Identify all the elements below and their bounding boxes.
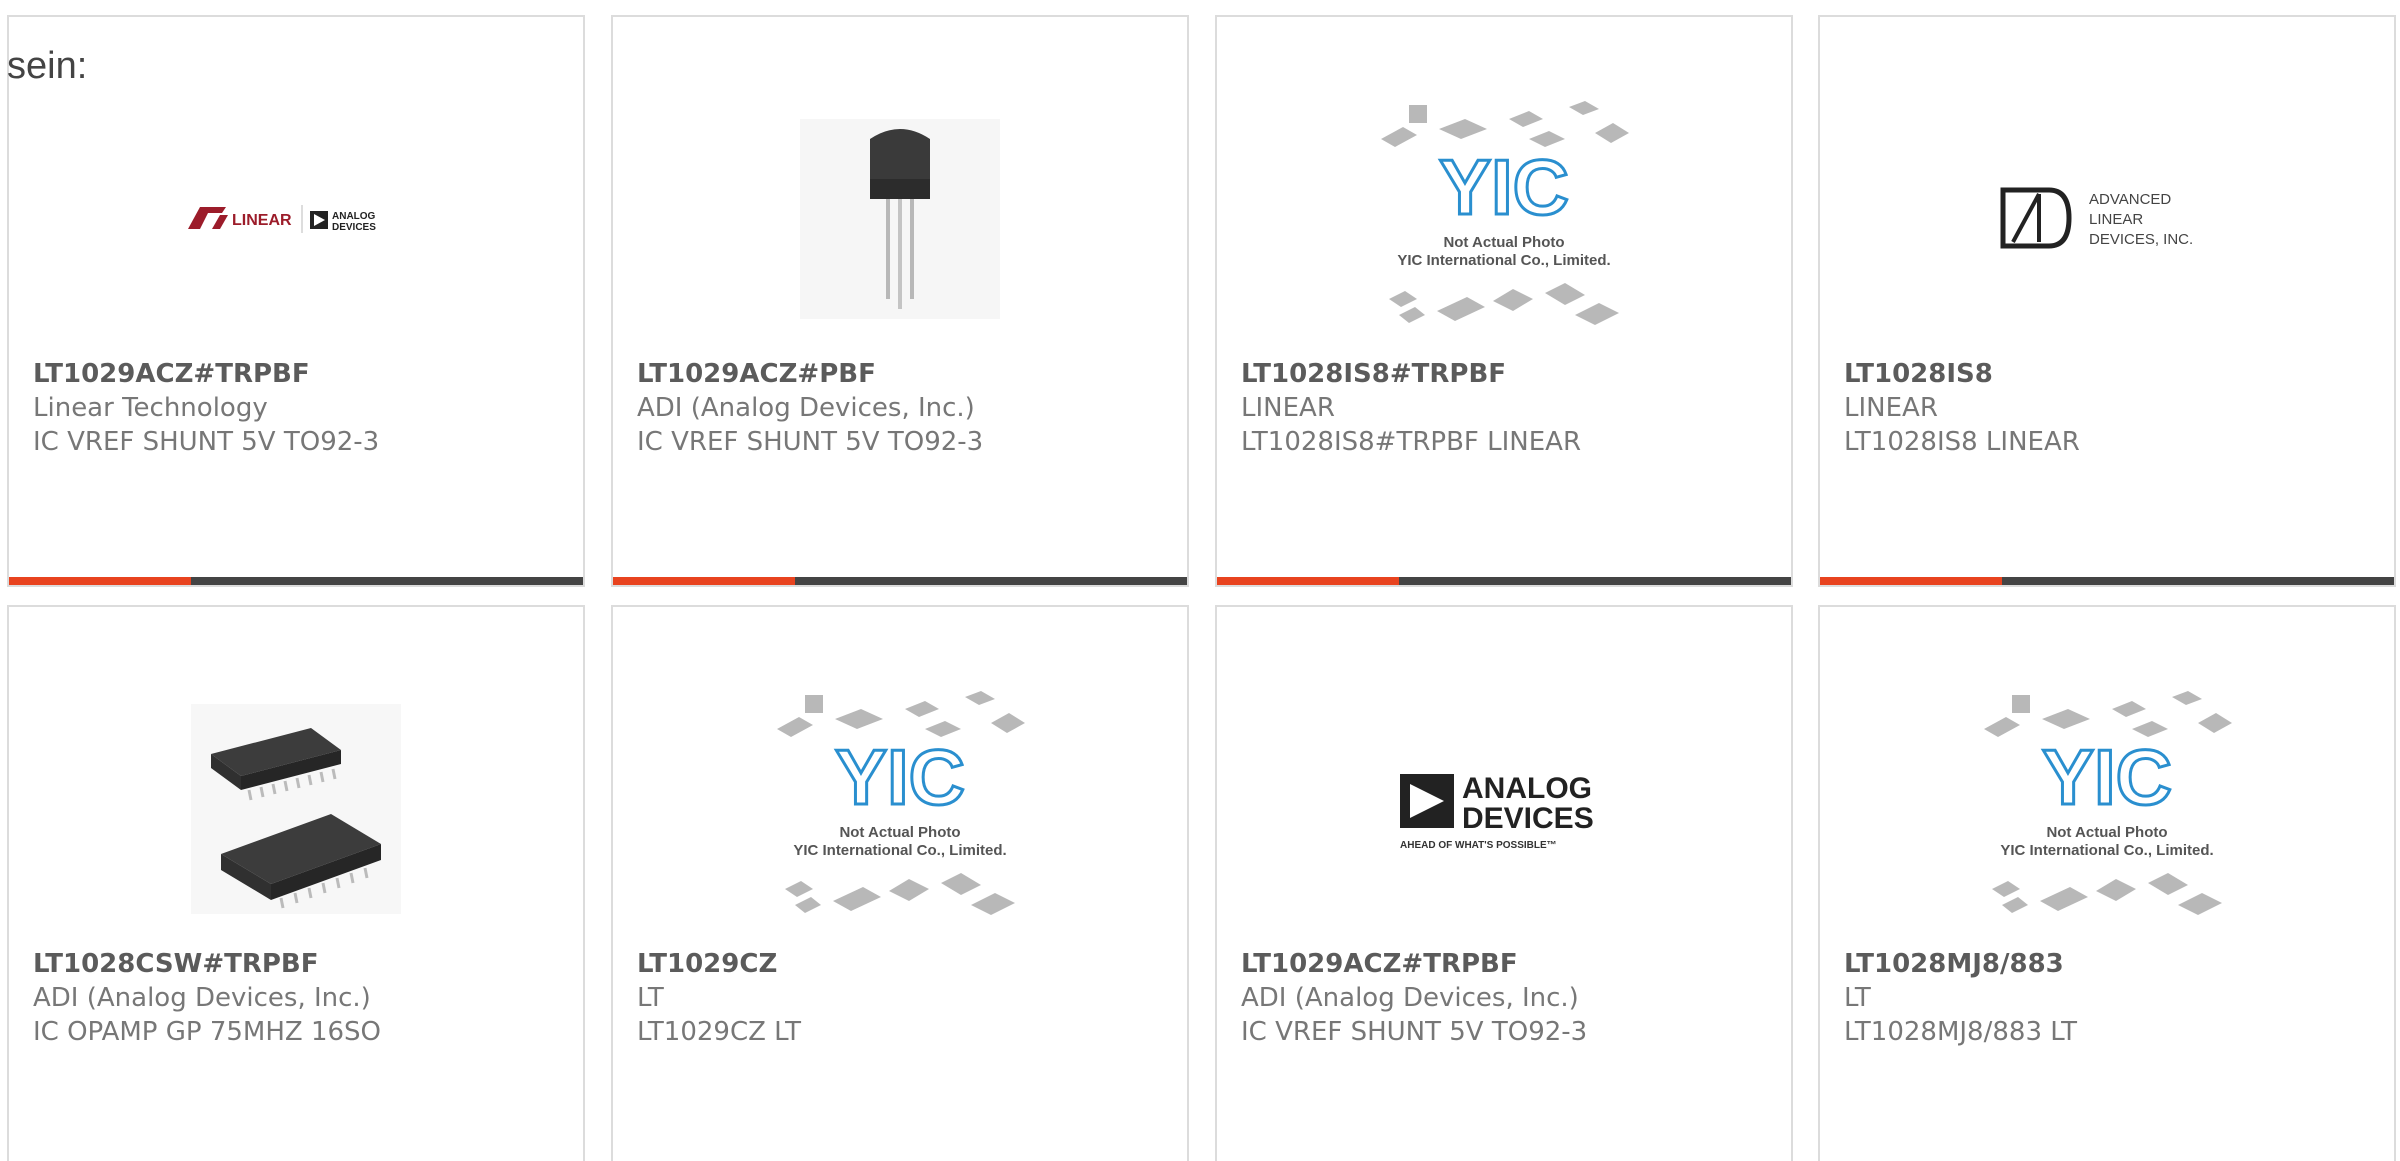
- product-card[interactable]: YIC Not Actual Photo YIC International C…: [611, 605, 1189, 1161]
- yic-placeholder-image[interactable]: YIC Not Actual Photo YIC International C…: [1217, 79, 1791, 359]
- linear-logo-mark-icon: [188, 207, 228, 229]
- description: LT1028MJ8/883 LT: [1844, 1017, 2078, 1047]
- card-bottom-bar: [9, 577, 583, 585]
- svg-text:ADVANCED: ADVANCED: [2089, 191, 2171, 208]
- manufacturer: LT: [1844, 983, 1871, 1013]
- part-number[interactable]: LT1029ACZ#TRPBF: [33, 357, 571, 391]
- card-bottom-bar: [613, 577, 1187, 585]
- svg-text:ANALOG: ANALOG: [332, 211, 376, 222]
- product-card[interactable]: LT1028CSW#TRPBF ADI (Analog Devices, Inc…: [7, 605, 585, 1161]
- product-card[interactable]: LINEAR ANALOG DEVICES LT1029ACZ#TRPBF Li…: [7, 15, 585, 587]
- manufacturer: LINEAR: [1844, 393, 1938, 423]
- svg-text:ANALOG: ANALOG: [1462, 772, 1592, 805]
- product-card[interactable]: YIC Not Actual Photo YIC International C…: [1818, 605, 2396, 1161]
- svg-text:YIC International Co., Limited: YIC International Co., Limited.: [2000, 842, 2213, 859]
- svg-text:YIC International Co., Limited: YIC International Co., Limited.: [1397, 252, 1610, 269]
- yic-placeholder-image[interactable]: YIC Not Actual Photo YIC International C…: [613, 669, 1187, 949]
- svg-text:Not Actual Photo: Not Actual Photo: [839, 824, 960, 841]
- svg-text:DEVICES, INC.: DEVICES, INC.: [2089, 231, 2193, 248]
- description: LT1028IS8 LINEAR: [1844, 427, 2080, 457]
- svg-text:DEVICES: DEVICES: [332, 222, 376, 233]
- svg-text:YIC International Co., Limited: YIC International Co., Limited.: [793, 842, 1006, 859]
- part-number[interactable]: LT1029ACZ#TRPBF: [1241, 947, 1779, 981]
- description: IC OPAMP GP 75MHZ 16SO: [33, 1017, 382, 1047]
- manufacturer: Linear Technology: [33, 393, 268, 423]
- description: IC VREF SHUNT 5V TO92-3: [33, 427, 380, 457]
- soic-chip-image[interactable]: [9, 669, 583, 949]
- svg-text:LINEAR: LINEAR: [2089, 211, 2143, 228]
- part-number[interactable]: LT1028MJ8/883: [1844, 947, 2382, 981]
- description: IC VREF SHUNT 5V TO92-3: [637, 427, 984, 457]
- product-card[interactable]: ANALOG DEVICES AHEAD OF WHAT'S POSSIBLE™…: [1215, 605, 1793, 1161]
- manufacturer: ADI (Analog Devices, Inc.): [33, 983, 371, 1013]
- part-number[interactable]: LT1028IS8: [1844, 357, 2382, 391]
- description: IC VREF SHUNT 5V TO92-3: [1241, 1017, 1588, 1047]
- product-card[interactable]: ADVANCED LINEAR DEVICES, INC. LT1028IS8 …: [1818, 15, 2396, 587]
- card-bottom-bar: [1820, 577, 2394, 585]
- to92-transistor-image[interactable]: [613, 79, 1187, 359]
- analog-devices-logo-image[interactable]: ANALOG DEVICES AHEAD OF WHAT'S POSSIBLE™: [1217, 669, 1791, 949]
- manufacturer: ADI (Analog Devices, Inc.): [637, 393, 975, 423]
- manufacturer: LINEAR: [1241, 393, 1335, 423]
- advanced-linear-devices-logo-image[interactable]: ADVANCED LINEAR DEVICES, INC.: [1820, 79, 2394, 359]
- product-grid-page: sein: LINEAR ANALOG DEVICES LT1029ACZ#TR…: [0, 0, 2400, 1161]
- svg-text:DEVICES: DEVICES: [1462, 802, 1594, 835]
- description: LT1028IS8#TRPBF LINEAR: [1241, 427, 1582, 457]
- svg-text:LINEAR: LINEAR: [232, 212, 292, 229]
- svg-text:Not Actual Photo: Not Actual Photo: [1443, 234, 1564, 251]
- description: LT1029CZ LT: [637, 1017, 801, 1047]
- manufacturer: ADI (Analog Devices, Inc.): [1241, 983, 1579, 1013]
- ald-logo-mark-icon: [2000, 187, 2072, 249]
- analog-devices-mark-icon: [1400, 774, 1454, 828]
- product-card[interactable]: LT1029ACZ#PBF ADI (Analog Devices, Inc.)…: [611, 15, 1189, 587]
- linear-analog-logo-image[interactable]: LINEAR ANALOG DEVICES: [9, 79, 583, 359]
- part-number[interactable]: LT1028IS8#TRPBF: [1241, 357, 1779, 391]
- part-number[interactable]: LT1028CSW#TRPBF: [33, 947, 571, 981]
- svg-text:AHEAD OF WHAT'S POSSIBLE™: AHEAD OF WHAT'S POSSIBLE™: [1400, 840, 1557, 851]
- manufacturer: LT: [637, 983, 664, 1013]
- part-number[interactable]: LT1029CZ: [637, 947, 1175, 981]
- card-bottom-bar: [1217, 577, 1791, 585]
- yic-placeholder-image[interactable]: YIC Not Actual Photo YIC International C…: [1820, 669, 2394, 949]
- svg-text:YIC: YIC: [835, 733, 965, 821]
- product-card[interactable]: YIC Not Actual Photo YIC International C…: [1215, 15, 1793, 587]
- svg-text:YIC: YIC: [1439, 143, 1569, 231]
- svg-text:YIC: YIC: [2042, 733, 2172, 821]
- intro-text: sein:: [7, 45, 88, 87]
- part-number[interactable]: LT1029ACZ#PBF: [637, 357, 1175, 391]
- svg-text:Not Actual Photo: Not Actual Photo: [2046, 824, 2167, 841]
